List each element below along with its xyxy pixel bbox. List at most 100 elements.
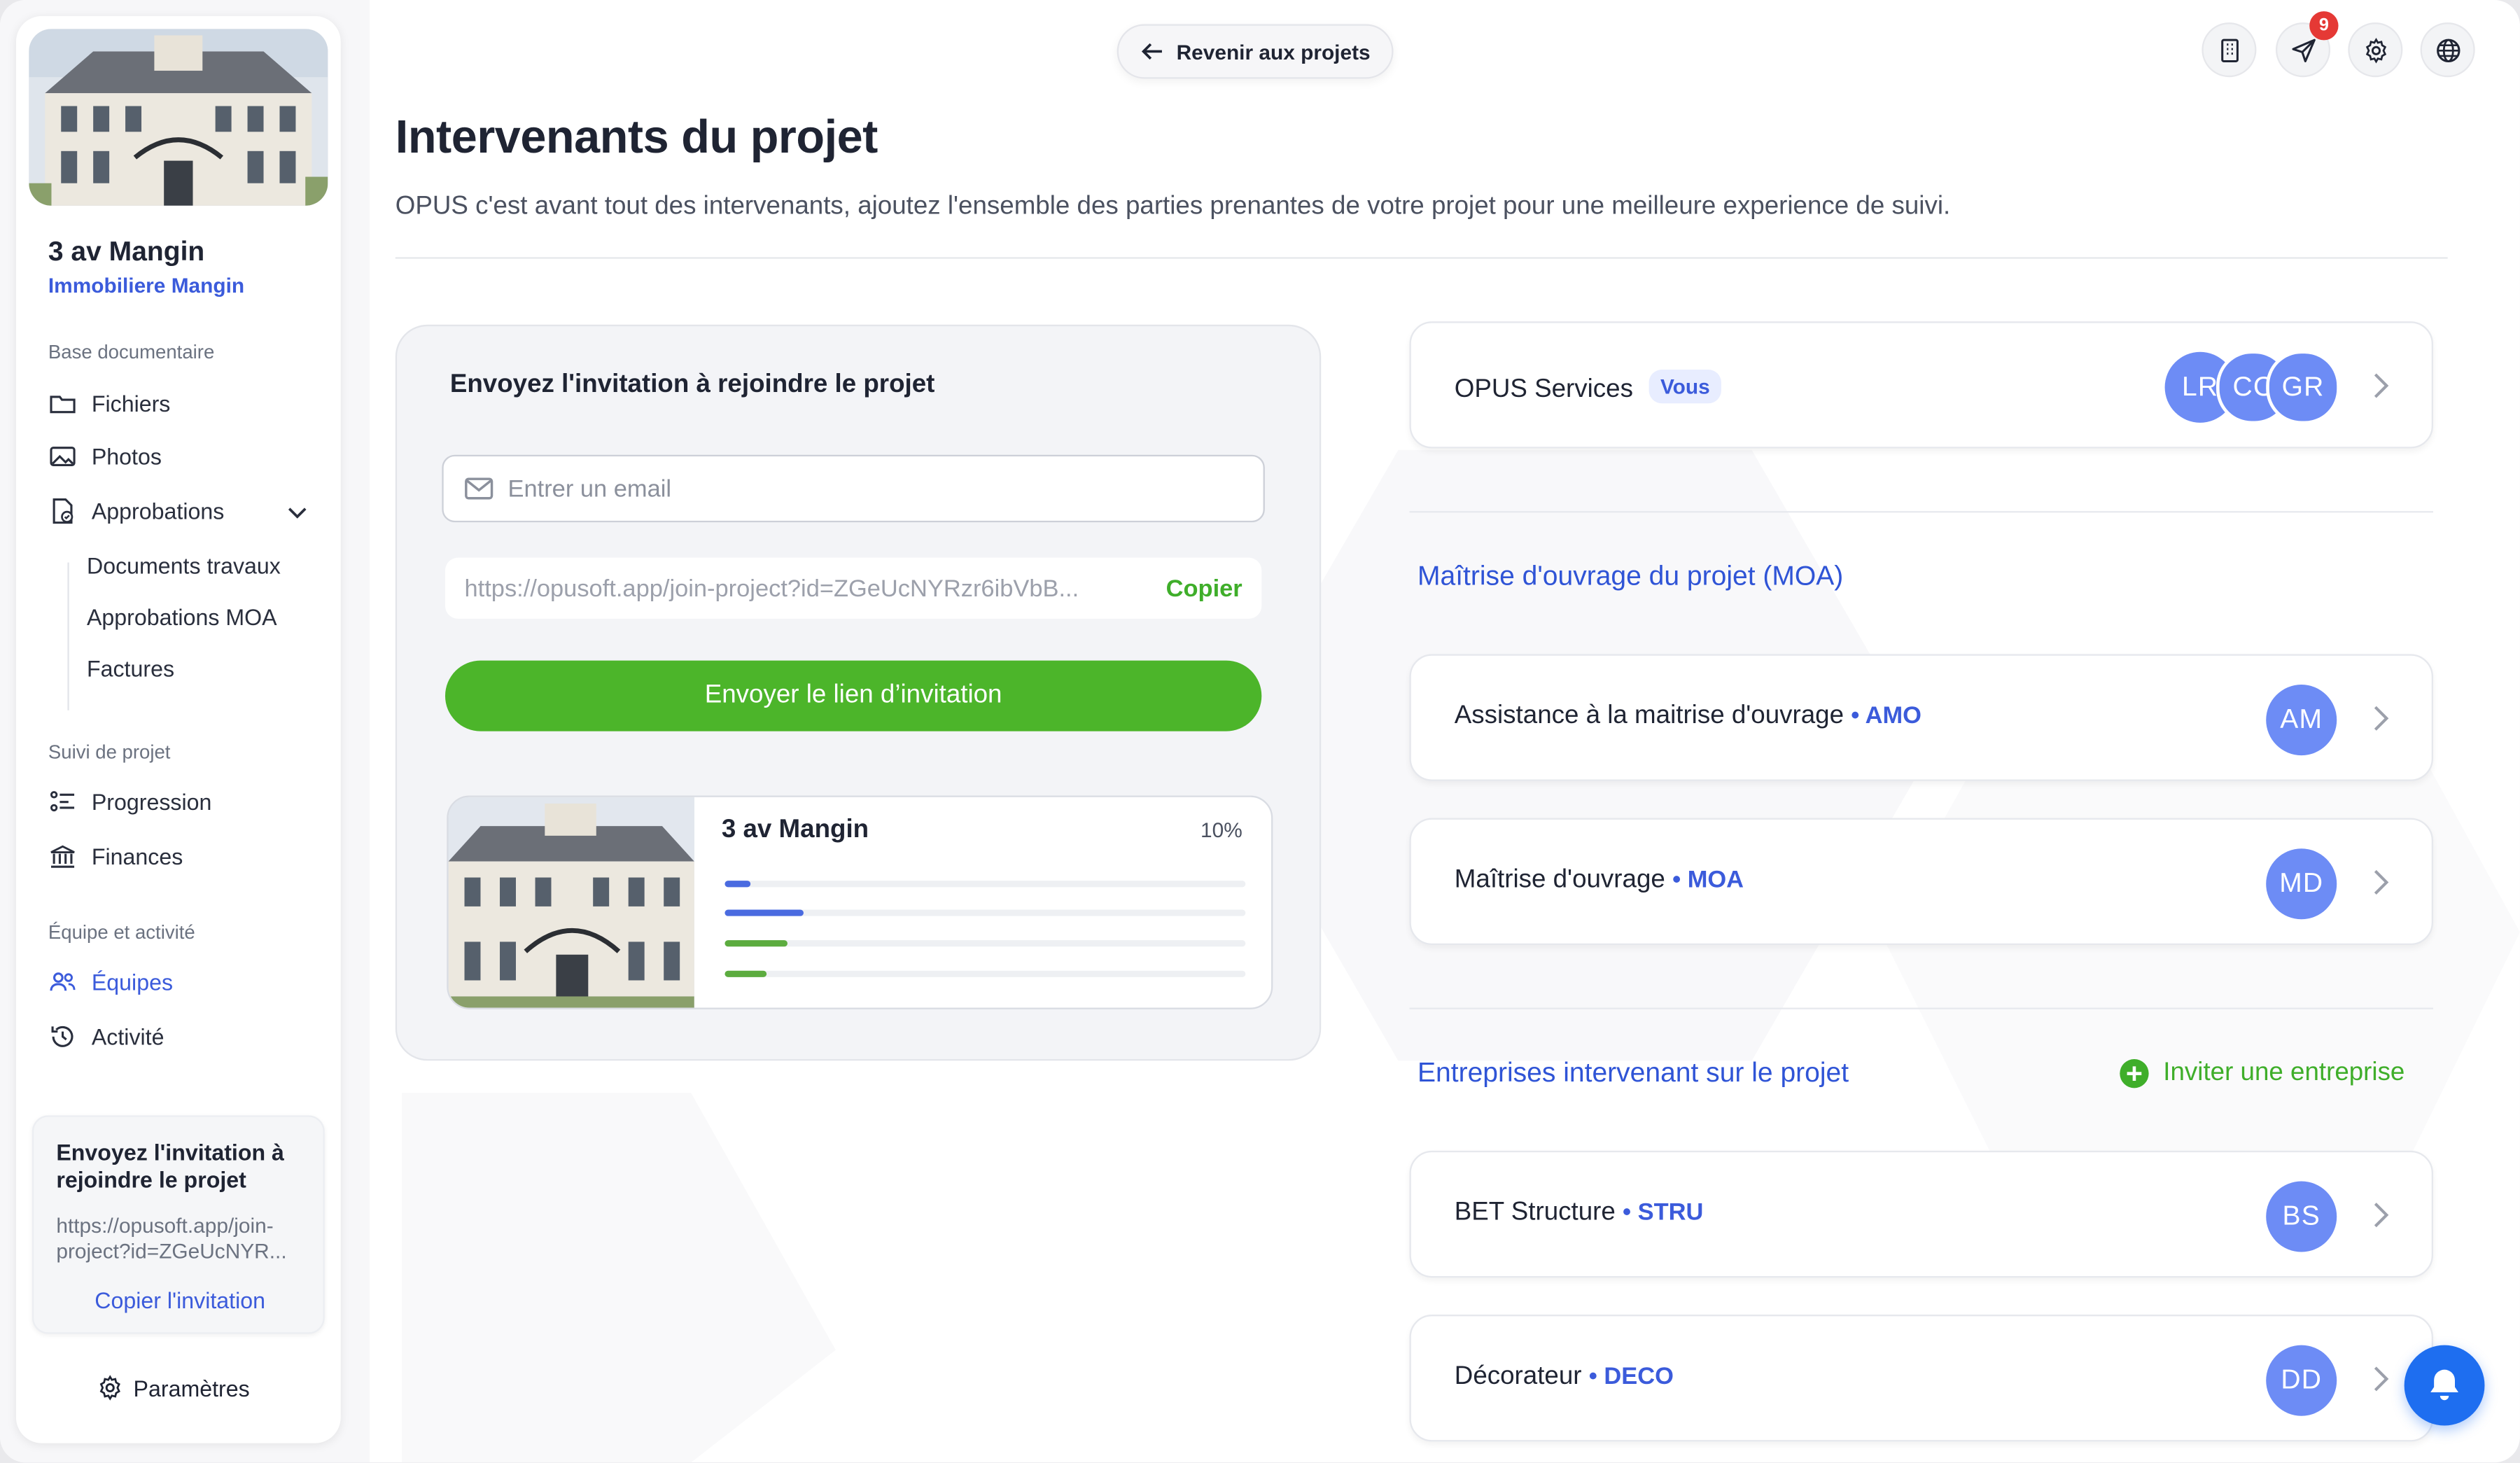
avatar: DD — [2266, 1345, 2337, 1416]
avatar: MD — [2266, 848, 2337, 920]
card-label: Assistance à la maitrise d'ouvrage • AMO — [1455, 702, 1921, 731]
sidebar: 3 av Mangin Immobiliere Mangin Base docu… — [15, 15, 341, 1443]
moa-card-amo[interactable]: Assistance à la maitrise d'ouvrage • AMO… — [1409, 654, 2433, 781]
moa-section-title: Maîtrise d'ouvrage du projet (MOA) — [1417, 561, 1844, 592]
progress-bar-4 — [724, 970, 1246, 977]
invite-link-row: https://opusoft.app/join-project?id=ZGeU… — [444, 557, 1262, 619]
send-invite-button[interactable]: Envoyer le lien d’invitation — [444, 660, 1262, 732]
chevron-right-icon — [2374, 1203, 2389, 1228]
copy-invitation-link[interactable]: Copier l'invitation — [34, 1287, 326, 1313]
sidebar-item-photos[interactable]: Photos — [48, 439, 162, 475]
card-tag: • DECO — [1588, 1362, 1674, 1390]
sidebar-invite-card: Envoyez l'invitation à rejoindre le proj… — [31, 1115, 326, 1334]
avatar: AM — [2266, 685, 2337, 756]
language-button[interactable] — [2420, 22, 2475, 78]
section-divider — [1409, 511, 2433, 513]
companies-section-title: Entreprises intervenant sur le projet — [1417, 1057, 1849, 1088]
chevron-right-icon — [2374, 869, 2389, 895]
sidebar-item-label: Fichiers — [91, 390, 171, 416]
sidebar-item-label: Finances — [91, 844, 183, 870]
progress-fill — [724, 881, 751, 888]
notification-badge: 9 — [2309, 11, 2339, 41]
card-tag: • MOA — [1672, 866, 1744, 894]
building-icon — [2220, 38, 2238, 62]
notifications-bell-button[interactable] — [2404, 1345, 2485, 1426]
card-label: BET Structure • STRU — [1455, 1199, 1704, 1228]
submenu-line — [67, 562, 69, 710]
avatar: GR — [2266, 350, 2340, 425]
sidebar-item-label: Équipes — [91, 969, 174, 995]
sidebar-subitem-moa-approvals[interactable]: Approbations MOA — [87, 604, 277, 630]
card-name: Assistance à la maitrise d'ouvrage — [1454, 702, 1844, 730]
sidebar-item-activity[interactable]: Activité — [48, 1019, 164, 1055]
invite-card-url: https://opusoft.app/join-project?id=ZGeU… — [56, 1213, 287, 1264]
app-window: 3 av Mangin Immobiliere Mangin Base docu… — [0, 0, 2520, 1463]
progress-fill — [724, 940, 788, 947]
settings-link[interactable]: Paramètres — [97, 1374, 250, 1401]
preview-project-name: 3 av Mangin — [721, 816, 869, 844]
chevron-right-icon — [2374, 373, 2389, 398]
email-placeholder: Entrer un email — [507, 475, 672, 503]
chevron-right-icon — [2374, 1366, 2389, 1392]
users-icon — [50, 972, 76, 991]
email-input[interactable]: Entrer un email — [442, 454, 1265, 523]
building-button[interactable] — [2202, 22, 2257, 78]
progress-fill — [724, 970, 766, 977]
sidebar-item-label: Approbations — [91, 498, 225, 524]
history-icon — [51, 1026, 74, 1047]
progress-fill — [724, 909, 804, 916]
paper-plane-icon — [2291, 38, 2315, 62]
mail-icon — [465, 477, 493, 500]
card-name: BET Structure — [1454, 1198, 1616, 1226]
sidebar-item-teams[interactable]: Équipes — [48, 965, 173, 1000]
project-thumbnail[interactable] — [29, 29, 328, 206]
card-tag: • AMO — [1851, 702, 1921, 730]
header-divider — [395, 257, 2448, 259]
sidebar-item-label: Progression — [91, 789, 212, 816]
invite-card-title: Envoyez l'invitation à rejoindre le proj… — [56, 1139, 284, 1193]
bank-icon — [50, 845, 75, 868]
copy-link-button[interactable]: Copier — [1166, 575, 1242, 602]
invite-company-button[interactable]: Inviter une entreprise — [2118, 1058, 2404, 1090]
preview-progress-percent: 10% — [1200, 818, 1242, 843]
card-label: Décorateur • DECO — [1455, 1363, 1674, 1392]
avatar: BS — [2266, 1181, 2337, 1252]
chevron-right-icon — [2374, 706, 2389, 731]
project-company[interactable]: Immobiliere Mangin — [48, 273, 244, 297]
company-card-stru[interactable]: BET Structure • STRU BS — [1409, 1150, 2433, 1278]
sidebar-item-approvals[interactable]: Approbations — [48, 493, 224, 529]
sidebar-item-label: Activité — [91, 1023, 164, 1050]
invite-panel: Envoyez l'invitation à rejoindre le proj… — [395, 324, 1322, 1061]
invite-link[interactable]: https://opusoft.app/join-project?id=ZGeU… — [465, 575, 1127, 602]
sidebar-item-progress[interactable]: Progression — [48, 784, 212, 820]
bell-icon — [2430, 1369, 2458, 1401]
sidebar-item-label: Photos — [91, 443, 162, 470]
list-progress-icon — [50, 791, 75, 812]
document-check-icon — [52, 498, 74, 524]
section-label-docs: Base documentaire — [48, 340, 215, 363]
settings-button[interactable] — [2348, 22, 2403, 78]
card-name: Décorateur — [1454, 1362, 1582, 1390]
company-card-deco[interactable]: Décorateur • DECO DD — [1409, 1315, 2433, 1442]
moa-card-moa[interactable]: Maîtrise d'ouvrage • MOA MD — [1409, 818, 2433, 945]
page-subtitle: OPUS c'est avant tout des intervenants, … — [395, 192, 1951, 220]
sidebar-subitem-works-docs[interactable]: Documents travaux — [87, 553, 281, 579]
sidebar-item-finances[interactable]: Finances — [48, 839, 183, 874]
card-label: Maîtrise d'ouvrage • MOA — [1455, 866, 1744, 895]
project-preview-card: 3 av Mangin 10% — [447, 795, 1273, 1009]
progress-bar-2 — [724, 909, 1246, 916]
chevron-down-icon[interactable] — [286, 501, 309, 524]
gear-icon — [2365, 36, 2386, 63]
globe-icon — [2435, 38, 2460, 62]
sidebar-item-files[interactable]: Fichiers — [48, 386, 171, 421]
settings-label: Paramètres — [133, 1375, 250, 1401]
owner-company-card[interactable]: OPUS Services Vous LR CC GR — [1409, 321, 2433, 449]
plus-circle-icon — [2120, 1058, 2149, 1088]
back-to-projects-button[interactable]: Revenir aux projets — [1116, 24, 1393, 79]
sidebar-subitem-invoices[interactable]: Factures — [87, 656, 174, 682]
gear-icon — [99, 1375, 120, 1401]
card-tag: • STRU — [1623, 1198, 1704, 1226]
section-label-follow: Suivi de projet — [48, 741, 171, 764]
invite-panel-title: Envoyez l'invitation à rejoindre le proj… — [449, 371, 935, 399]
card-name: Maîtrise d'ouvrage — [1454, 866, 1665, 894]
